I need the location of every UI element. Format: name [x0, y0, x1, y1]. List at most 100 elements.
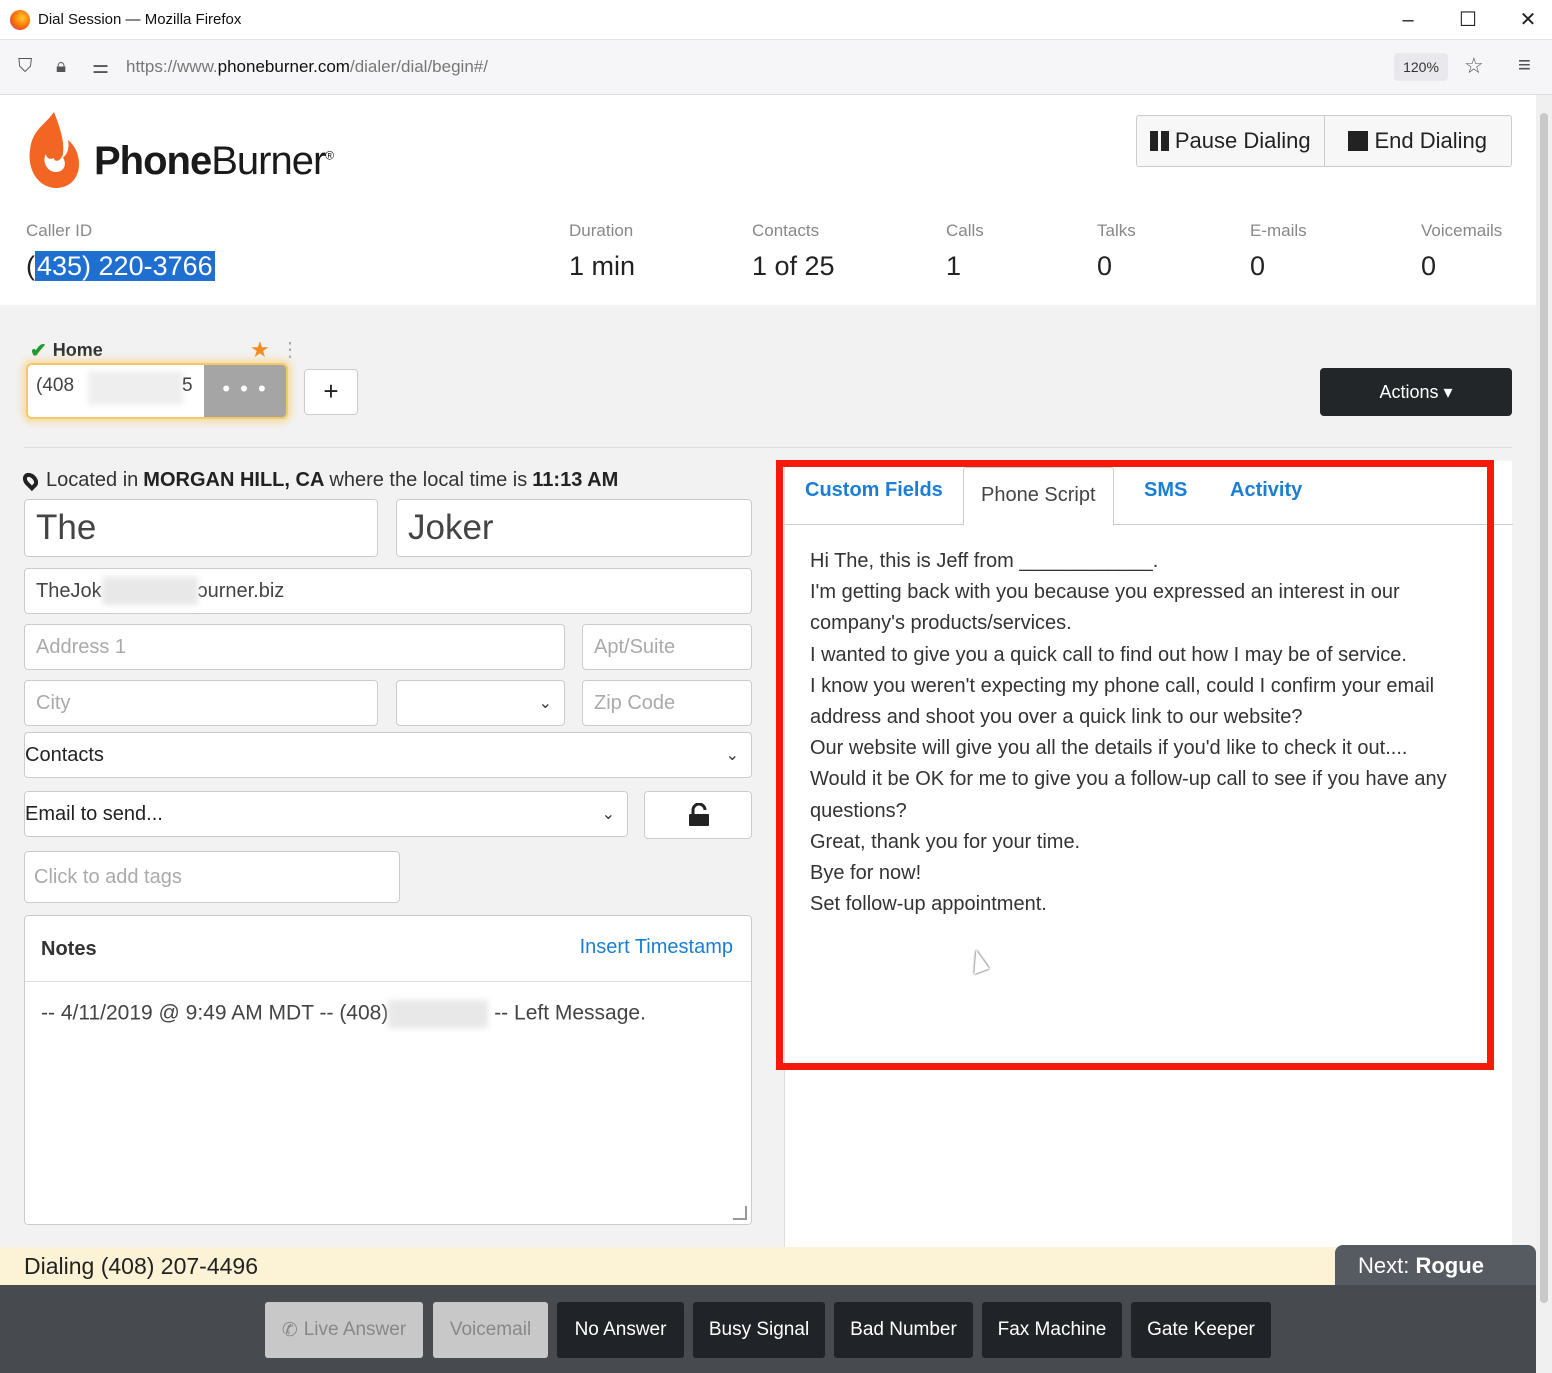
address-bar: ⛉ 🔒︎ ⚌ https://www.phoneburner.com/diale…: [0, 40, 1552, 95]
unlock-icon: [689, 803, 709, 826]
email-start: TheJok: [36, 579, 102, 602]
window-title: Dial Session — Mozilla Firefox: [38, 11, 242, 28]
emails-stat: E-mails 0: [1250, 221, 1307, 282]
header: PhoneBurner® Pause Dialing End Dialing C…: [0, 95, 1536, 305]
duration-stat: Duration 1 min: [569, 221, 635, 282]
redacted-area: [101, 577, 198, 605]
maximize-button[interactable]: ☐: [1448, 6, 1488, 34]
caller-id-label: Caller ID: [26, 221, 93, 240]
divider: [24, 447, 1512, 448]
emails-value: 0: [1250, 251, 1266, 281]
redacted-area: [388, 1000, 489, 1028]
insert-timestamp-link[interactable]: Insert Timestamp: [580, 936, 733, 959]
chevron-down-icon: ⌄: [538, 695, 552, 712]
highlight-annotation-box: [776, 460, 1494, 1070]
menu-icon[interactable]: ≡: [1518, 52, 1531, 78]
phone-number-text: (408: [36, 375, 75, 396]
calls-stat: Calls 1: [946, 221, 984, 282]
talks-value: 0: [1097, 251, 1113, 281]
talks-stat: Talks 0: [1097, 221, 1136, 282]
gate-keeper-button[interactable]: Gate Keeper: [1131, 1302, 1271, 1358]
duration-value: 1 min: [569, 251, 636, 281]
primary-star-icon[interactable]: ★: [250, 337, 270, 363]
apt-suite-field[interactable]: Apt/Suite: [582, 624, 752, 670]
chevron-down-icon: ⌄: [725, 747, 739, 764]
voicemails-label: Voicemails: [1421, 221, 1503, 240]
next-contact-tab[interactable]: Next: Rogue: [1335, 1245, 1536, 1285]
phone-type-label: ✔ Home: [30, 338, 103, 363]
local-time: 11:13 AM: [532, 469, 619, 491]
city-field[interactable]: City: [24, 680, 378, 726]
dialing-status-bar: Dialing (408) 207-4496: [0, 1247, 1536, 1285]
folder-value: Contacts: [25, 743, 104, 766]
voicemails-stat: Voicemails 0: [1421, 221, 1502, 282]
phone-more-button[interactable]: • • •: [204, 365, 286, 417]
address1-field[interactable]: Address 1: [24, 624, 565, 670]
notes-textarea[interactable]: -- 4/11/2019 @ 9:49 AM MDT -- (408) -- L…: [41, 1000, 646, 1028]
fax-machine-button[interactable]: Fax Machine: [982, 1302, 1122, 1358]
contacts-label: Contacts: [752, 221, 820, 240]
bad-number-button[interactable]: Bad Number: [834, 1302, 973, 1358]
minimize-button[interactable]: –: [1388, 6, 1428, 34]
email-field[interactable]: TheJok ɔurner.biz: [24, 568, 752, 614]
close-window-button[interactable]: ✕: [1508, 6, 1548, 34]
voicemails-value: 0: [1421, 251, 1437, 281]
lock-icon[interactable]: 🔒︎: [56, 56, 66, 78]
note-entry-start: -- 4/11/2019 @ 9:49 AM MDT -- (408): [41, 1001, 389, 1025]
email-end: ɔurner.biz: [197, 579, 285, 602]
active-phone-number[interactable]: (408 5 • • •: [26, 363, 288, 419]
pause-dialing-button[interactable]: Pause Dialing: [1137, 116, 1324, 166]
add-phone-button[interactable]: +: [304, 369, 358, 415]
location-city: MORGAN HILL, CA: [143, 469, 325, 491]
next-prefix: Next:: [1358, 1253, 1410, 1278]
state-select[interactable]: ⌄: [396, 680, 565, 726]
url-text[interactable]: https://www.phoneburner.com/dialer/dial/…: [126, 57, 488, 77]
window-titlebar: Dial Session — Mozilla Firefox – ☐ ✕: [0, 0, 1552, 40]
zoom-level[interactable]: 120%: [1394, 53, 1448, 81]
last-name-field[interactable]: Joker: [396, 499, 752, 557]
first-name-field[interactable]: The: [24, 499, 378, 557]
dialing-status: Dialing (408) 207-4496: [24, 1253, 258, 1279]
location-info: Located in MORGAN HILL, CA where the loc…: [19, 469, 619, 492]
bookmark-star-icon[interactable]: ☆: [1464, 53, 1484, 79]
scrollbar-thumb[interactable]: [1540, 113, 1548, 1303]
page-scrollbar[interactable]: [1536, 95, 1552, 1373]
caller-id-stat: Caller ID (435) 220-3766: [26, 221, 215, 282]
calls-value: 1: [946, 251, 962, 281]
location-prefix: Located in: [46, 469, 139, 491]
live-answer-button[interactable]: ✆ Live Answer: [265, 1302, 423, 1358]
talks-label: Talks: [1097, 221, 1136, 240]
dial-controls: Pause Dialing End Dialing: [1136, 115, 1512, 167]
contacts-stat: Contacts 1 of 25: [752, 221, 835, 282]
phoneburner-flame-icon: [29, 112, 80, 188]
lock-button[interactable]: [644, 791, 752, 839]
resize-handle[interactable]: [733, 1206, 747, 1220]
location-pin-icon: [19, 469, 42, 492]
location-middle: where the local time is: [329, 469, 528, 491]
voicemail-button[interactable]: Voicemail: [433, 1302, 548, 1358]
page: PhoneBurner® Pause Dialing End Dialing C…: [0, 95, 1536, 1373]
email-template-value: Email to send...: [25, 802, 163, 825]
tracking-protection-icon[interactable]: ⛉: [18, 56, 32, 78]
pause-icon: [1149, 131, 1169, 151]
tags-input[interactable]: Click to add tags: [24, 851, 400, 903]
check-icon: ✔: [30, 340, 47, 362]
firefox-logo-icon: [10, 10, 30, 30]
phone-type-text: Home: [52, 340, 103, 360]
redacted-area: [88, 371, 183, 405]
email-template-select[interactable]: Email to send... ⌄: [24, 791, 628, 837]
chevron-down-icon: ⌄: [601, 806, 615, 823]
zip-code-field[interactable]: Zip Code: [582, 680, 752, 726]
note-entry-end: -- Left Message.: [494, 1001, 646, 1025]
end-dialing-button[interactable]: End Dialing: [1323, 116, 1512, 166]
caller-id-value[interactable]: (435) 220-3766: [26, 251, 215, 282]
live-answer-label: Live Answer: [303, 1319, 407, 1340]
kebab-menu-icon[interactable]: ⋮: [280, 337, 300, 362]
busy-signal-button[interactable]: Busy Signal: [693, 1302, 825, 1358]
folder-select[interactable]: Contacts ⌄: [24, 732, 752, 778]
actions-dropdown-button[interactable]: Actions ▾: [1320, 368, 1512, 416]
notes-header: Notes Insert Timestamp: [25, 916, 751, 982]
call-outcome-bar: ✆ Live Answer Voicemail No Answer Busy Si…: [0, 1285, 1536, 1373]
no-answer-button[interactable]: No Answer: [557, 1302, 684, 1358]
permissions-icon[interactable]: ⚌: [92, 56, 109, 79]
